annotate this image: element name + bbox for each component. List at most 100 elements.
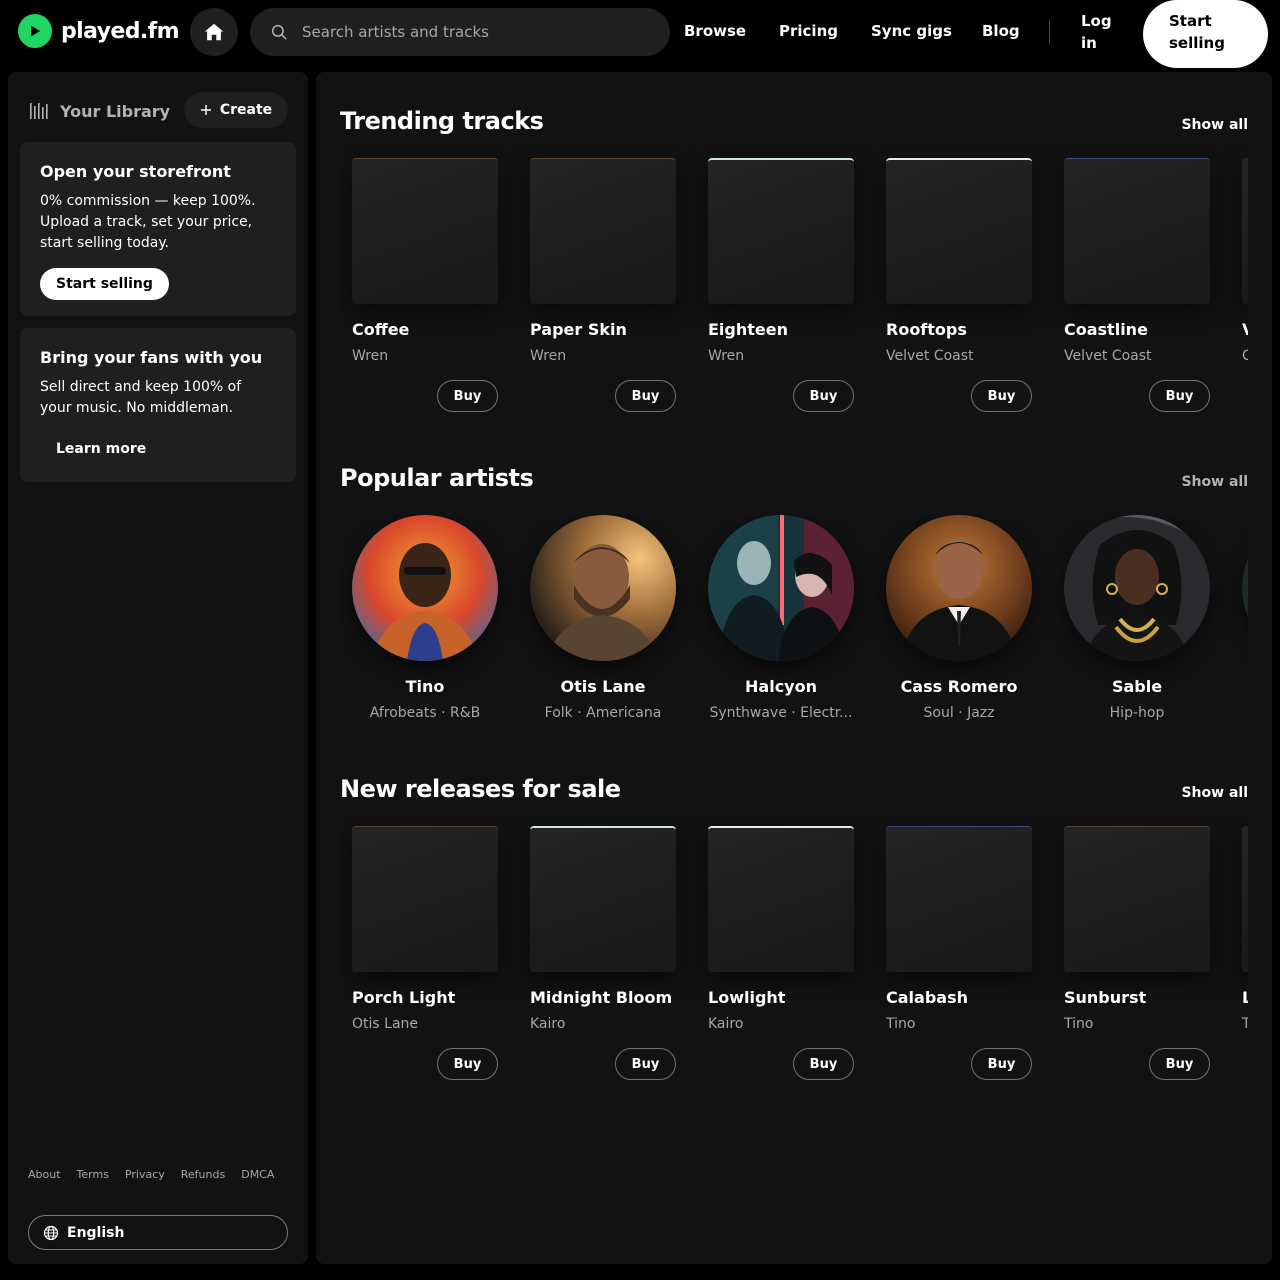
- nav-pricing[interactable]: Pricing: [779, 22, 838, 40]
- nav-blog[interactable]: Blog: [982, 22, 1020, 40]
- artist-name: Halcyon: [745, 677, 817, 696]
- artist-genre: Synthwave · Electr...: [709, 705, 853, 721]
- login-link[interactable]: Log in: [1081, 10, 1121, 54]
- buy-button[interactable]: Buy: [437, 380, 498, 412]
- artist-card[interactable]: Sable Hip-hop: [1052, 515, 1222, 735]
- nav-sync-gigs[interactable]: Sync gigs: [871, 22, 952, 40]
- release-cover: [1242, 826, 1248, 972]
- track-title: Coffee: [352, 320, 410, 339]
- footer-link-refunds[interactable]: Refunds: [181, 1168, 225, 1181]
- start-selling-button[interactable]: Start selling: [1143, 0, 1268, 68]
- track-artist[interactable]: C: [1242, 348, 1248, 364]
- buy-button[interactable]: Buy: [793, 380, 854, 412]
- top-bar: played.fm Browse Pricing Sync gigs Blog …: [0, 0, 1280, 68]
- buy-button[interactable]: Buy: [793, 1048, 854, 1080]
- artist-card[interactable]: Tino Afrobeats · R&B: [340, 515, 510, 735]
- buy-button[interactable]: Buy: [1149, 1048, 1210, 1080]
- storefront-start-selling-button[interactable]: Start selling: [40, 268, 169, 300]
- track-card[interactable]: V C: [1230, 144, 1248, 414]
- release-artist[interactable]: Kairo: [530, 1016, 565, 1032]
- track-card[interactable]: Paper Skin Wren Buy: [518, 144, 688, 414]
- track-artist[interactable]: Velvet Coast: [1064, 348, 1152, 364]
- track-cover: [708, 158, 854, 304]
- create-button[interactable]: Create: [184, 92, 288, 128]
- search-bar[interactable]: [250, 8, 670, 56]
- release-card[interactable]: Porch Light Otis Lane Buy: [340, 812, 510, 1082]
- search-icon: [271, 24, 287, 40]
- artist-avatar: [886, 515, 1032, 661]
- release-card[interactable]: Lowlight Kairo Buy: [696, 812, 866, 1082]
- artists-row: Tino Afrobeats · R&B Otis Lane Folk · Am…: [340, 515, 1248, 735]
- release-artist[interactable]: Otis Lane: [352, 1016, 418, 1032]
- artist-card[interactable]: Halcyon Synthwave · Electr...: [696, 515, 866, 735]
- release-card[interactable]: Midnight Bloom Kairo Buy: [518, 812, 688, 1082]
- release-card[interactable]: Calabash Tino Buy: [874, 812, 1044, 1082]
- track-cover: [1064, 158, 1210, 304]
- track-card[interactable]: Coffee Wren Buy: [340, 144, 510, 414]
- track-card[interactable]: Coastline Velvet Coast Buy: [1052, 144, 1222, 414]
- artist-card[interactable]: Cass Romero Soul · Jazz: [874, 515, 1044, 735]
- track-card[interactable]: Rooftops Velvet Coast Buy: [874, 144, 1044, 414]
- library-icon: [30, 103, 48, 119]
- release-title: Sunburst: [1064, 988, 1147, 1007]
- artist-card-partial[interactable]: [1230, 515, 1248, 735]
- nav-divider: [1049, 19, 1050, 45]
- play-logo-icon: [18, 14, 52, 48]
- track-card[interactable]: Eighteen Wren Buy: [696, 144, 866, 414]
- buy-button[interactable]: Buy: [1149, 380, 1210, 412]
- release-title: Midnight Bloom: [530, 988, 673, 1007]
- track-title: Eighteen: [708, 320, 788, 339]
- main-content: Trending tracks Show all Coffee Wren Buy…: [316, 72, 1272, 1264]
- language-button[interactable]: English: [28, 1215, 288, 1250]
- artist-name: Sable: [1111, 677, 1163, 696]
- buy-button[interactable]: Buy: [615, 380, 676, 412]
- buy-button[interactable]: Buy: [437, 1048, 498, 1080]
- release-cover: [886, 826, 1032, 972]
- track-artist[interactable]: Wren: [352, 348, 388, 364]
- footer-links: About Terms Privacy Refunds DMCA: [28, 1168, 274, 1181]
- buy-button[interactable]: Buy: [615, 1048, 676, 1080]
- track-artist[interactable]: Velvet Coast: [886, 348, 974, 364]
- your-library-header[interactable]: Your Library: [28, 100, 170, 122]
- release-cover: [352, 826, 498, 972]
- release-cover: [530, 826, 676, 972]
- release-artist[interactable]: T: [1242, 1016, 1248, 1032]
- buy-button[interactable]: Buy: [971, 1048, 1032, 1080]
- track-title: Paper Skin: [530, 320, 627, 339]
- trending-title: Trending tracks: [340, 107, 544, 135]
- footer-link-privacy[interactable]: Privacy: [125, 1168, 165, 1181]
- home-button[interactable]: [190, 8, 238, 56]
- trending-show-all[interactable]: Show all: [1181, 117, 1248, 133]
- release-title: L: [1242, 988, 1248, 1007]
- artists-title: Popular artists: [340, 464, 534, 492]
- releases-show-all[interactable]: Show all: [1181, 785, 1248, 801]
- fans-promo-body: Sell direct and keep 100% of your music.…: [40, 379, 242, 416]
- footer-link-terms[interactable]: Terms: [77, 1168, 109, 1181]
- footer-link-dmca[interactable]: DMCA: [241, 1168, 274, 1181]
- create-label: Create: [219, 102, 273, 118]
- learn-more-button[interactable]: Learn more: [40, 433, 162, 465]
- artist-avatar: [352, 515, 498, 661]
- plus-icon: [200, 105, 211, 115]
- track-title: V: [1242, 320, 1248, 339]
- release-title: Calabash: [886, 988, 968, 1007]
- nav-browse[interactable]: Browse: [684, 22, 746, 40]
- buy-button[interactable]: Buy: [971, 380, 1032, 412]
- trending-row: Coffee Wren Buy Paper Skin Wren Buy Eigh…: [340, 144, 1248, 414]
- footer-link-about[interactable]: About: [28, 1168, 61, 1181]
- release-card[interactable]: Sunburst Tino Buy: [1052, 812, 1222, 1082]
- track-artist[interactable]: Wren: [530, 348, 566, 364]
- release-artist[interactable]: Kairo: [708, 1016, 743, 1032]
- storefront-promo-title: Open your storefront: [40, 162, 231, 181]
- artist-avatar: [530, 515, 676, 661]
- logo[interactable]: played.fm: [18, 14, 180, 48]
- release-artist[interactable]: Tino: [886, 1016, 915, 1032]
- track-artist[interactable]: Wren: [708, 348, 744, 364]
- artists-show-all[interactable]: Show all: [1181, 474, 1248, 490]
- artist-card[interactable]: Otis Lane Folk · Americana: [518, 515, 688, 735]
- artist-name: Tino: [405, 677, 445, 696]
- release-card[interactable]: L T: [1230, 812, 1248, 1082]
- release-artist[interactable]: Tino: [1064, 1016, 1093, 1032]
- your-library-label: Your Library: [60, 101, 171, 121]
- search-input[interactable]: [302, 23, 642, 41]
